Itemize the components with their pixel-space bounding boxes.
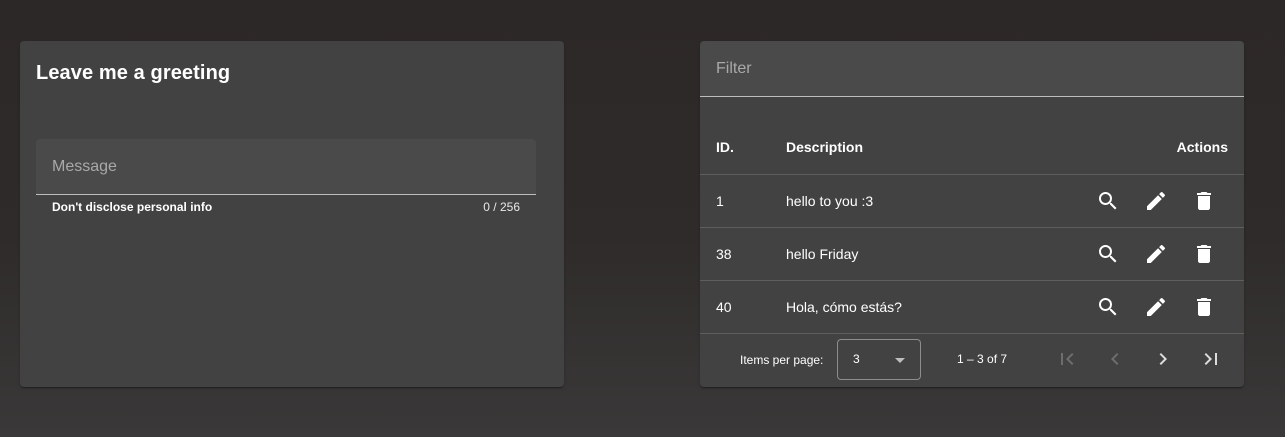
- dropdown-arrow-icon: [895, 358, 905, 363]
- message-char-counter: 0 / 256: [483, 200, 520, 214]
- pencil-icon: [1147, 297, 1166, 316]
- view-button[interactable]: [1088, 181, 1128, 221]
- chevron-right-icon: [1159, 353, 1167, 365]
- greeting-card: Leave me a greeting Message Don't disclo…: [20, 41, 564, 387]
- search-icon: [1099, 298, 1117, 316]
- message-input[interactable]: Message: [36, 139, 536, 195]
- filter-input[interactable]: Filter: [700, 41, 1244, 97]
- greetings-table-card: Filter ID. Description Actions 1 hello t…: [700, 41, 1244, 387]
- items-per-page-label: Items per page:: [740, 353, 824, 367]
- search-icon: [1099, 192, 1117, 210]
- items-per-page-select[interactable]: 3: [837, 339, 921, 380]
- search-icon: [1099, 245, 1117, 263]
- row-id: 40: [716, 299, 732, 315]
- last-page-button[interactable]: [1191, 339, 1231, 379]
- edit-button[interactable]: [1136, 287, 1176, 327]
- row-description: Hola, cómo estás?: [786, 299, 902, 315]
- message-hint: Don't disclose personal info: [52, 200, 213, 214]
- row-description: hello Friday: [786, 246, 859, 262]
- trash-icon: [1197, 245, 1211, 263]
- delete-button[interactable]: [1184, 181, 1224, 221]
- message-placeholder: Message: [52, 158, 117, 175]
- delete-button[interactable]: [1184, 234, 1224, 274]
- view-button[interactable]: [1088, 234, 1128, 274]
- next-page-button[interactable]: [1143, 339, 1183, 379]
- paginator: Items per page: 3 1 – 3 of 7: [700, 337, 1244, 387]
- trash-icon: [1197, 192, 1211, 210]
- first-page-button[interactable]: [1047, 339, 1087, 379]
- table-row: 1 hello to you :3: [700, 175, 1244, 228]
- delete-button[interactable]: [1184, 287, 1224, 327]
- table-row: 40 Hola, cómo estás?: [700, 281, 1244, 334]
- trash-icon: [1197, 298, 1211, 316]
- page-range-label: 1 – 3 of 7: [957, 352, 1008, 366]
- first-page-icon: [1061, 353, 1074, 365]
- pencil-icon: [1147, 244, 1166, 263]
- view-button[interactable]: [1088, 287, 1128, 327]
- pencil-icon: [1147, 191, 1166, 210]
- column-header-id[interactable]: ID.: [716, 139, 734, 155]
- greeting-title: Leave me a greeting: [36, 62, 231, 84]
- column-header-actions: Actions: [1176, 138, 1228, 155]
- row-id: 1: [716, 193, 724, 209]
- edit-button[interactable]: [1136, 181, 1176, 221]
- table-header-row: ID. Description Actions: [700, 119, 1244, 175]
- chevron-left-icon: [1111, 353, 1119, 365]
- edit-button[interactable]: [1136, 234, 1176, 274]
- last-page-icon: [1204, 353, 1217, 365]
- table-row: 38 hello Friday: [700, 228, 1244, 281]
- items-per-page-value: 3: [853, 352, 860, 366]
- filter-placeholder: Filter: [716, 60, 752, 77]
- previous-page-button[interactable]: [1095, 339, 1135, 379]
- row-id: 38: [716, 246, 732, 262]
- greetings-table: ID. Description Actions 1 hello to you :…: [700, 119, 1244, 334]
- column-header-description[interactable]: Description: [786, 139, 863, 155]
- row-description: hello to you :3: [786, 193, 874, 209]
